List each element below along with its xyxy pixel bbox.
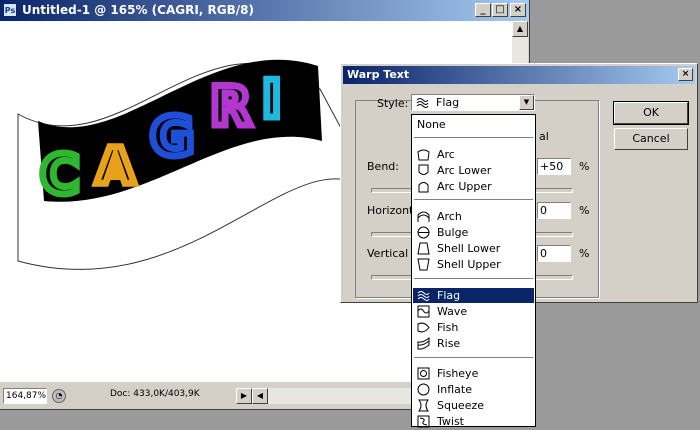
- close-icon: ×: [513, 4, 523, 15]
- inflate-icon: [417, 383, 430, 396]
- arc-lower-icon: [418, 164, 429, 175]
- arc-icon: [417, 149, 430, 161]
- arc-upper-icon: [418, 182, 429, 193]
- orientation-label-partial: al: [539, 130, 549, 143]
- vertical-distortion-input[interactable]: 0: [537, 245, 571, 262]
- arrow-right-icon: ▶: [240, 391, 248, 400]
- rise-icon: [417, 337, 430, 350]
- horizontal-distortion-input[interactable]: 0: [537, 202, 571, 219]
- menu-separator: [414, 357, 533, 358]
- style-option-inflate[interactable]: Inflate: [413, 382, 534, 397]
- minimize-icon: _: [480, 4, 486, 15]
- style-option-rise[interactable]: Rise: [413, 336, 534, 351]
- style-dropdown-arrow[interactable]: ▼: [519, 95, 534, 110]
- shell-lower-icon: [417, 242, 430, 255]
- bulge-icon: [417, 226, 430, 239]
- bend-label: Bend:: [367, 160, 399, 173]
- style-option-arc-upper[interactable]: Arc Upper: [413, 179, 534, 194]
- dialog-title: Warp Text: [347, 68, 410, 81]
- vertical-distortion-label: Vertical: [367, 247, 409, 260]
- vertical-unit: %: [579, 247, 590, 260]
- chevron-down-icon: ▼: [523, 98, 530, 106]
- style-option-bulge[interactable]: Bulge: [413, 225, 534, 240]
- doc-size-info: Doc: 433,0K/403,9K: [110, 389, 200, 399]
- scroll-right-button[interactable]: ▶: [236, 388, 252, 404]
- style-option-arc[interactable]: Arc: [413, 147, 534, 162]
- style-option-twist[interactable]: Twist: [413, 414, 534, 429]
- style-option-shell-upper[interactable]: Shell Upper: [413, 257, 534, 272]
- horizontal-distortion-label: Horizont: [367, 204, 414, 217]
- close-icon: ×: [681, 69, 690, 79]
- zoom-field[interactable]: 164,87%: [3, 388, 47, 404]
- style-option-flag[interactable]: Flag: [413, 288, 534, 303]
- letter-r: R: [210, 75, 252, 138]
- letter-a: A: [96, 137, 135, 195]
- letter-c: C: [40, 143, 80, 206]
- style-option-arch[interactable]: Arch: [413, 209, 534, 224]
- style-dropdown[interactable]: Flag ▼: [411, 94, 535, 111]
- style-option-arc-lower[interactable]: Arc Lower: [413, 163, 534, 178]
- status-info-icon[interactable]: ◔: [52, 389, 66, 403]
- style-option-fisheye[interactable]: Fisheye: [413, 366, 534, 381]
- bend-unit: %: [579, 160, 590, 173]
- style-dropdown-value: Flag: [436, 96, 460, 109]
- flag-icon: [417, 291, 430, 301]
- style-option-fish[interactable]: Fish: [413, 320, 534, 335]
- menu-separator: [414, 278, 533, 279]
- scroll-up-button[interactable]: ▲: [512, 21, 528, 37]
- style-dropdown-list: None Arc Arc Lower Arc Upper Arch Bulge …: [411, 114, 536, 429]
- style-option-wave[interactable]: Wave: [413, 304, 534, 319]
- style-option-squeeze[interactable]: Squeeze: [413, 398, 534, 413]
- twist-icon: [417, 415, 430, 428]
- letter-g: G: [150, 105, 194, 168]
- wave-icon: [417, 305, 430, 318]
- fisheye-icon: [417, 367, 430, 380]
- document-title: Untitled-1 @ 165% (CAGRI, RGB/8): [22, 3, 254, 17]
- bend-input[interactable]: +50: [537, 158, 571, 175]
- arch-icon: [417, 211, 430, 222]
- fish-icon: [417, 322, 430, 333]
- squeeze-icon: [418, 399, 429, 412]
- dialog-titlebar[interactable]: Warp Text ×: [343, 66, 695, 84]
- horizontal-unit: %: [579, 204, 590, 217]
- letter-i: I: [262, 70, 281, 130]
- menu-separator: [414, 199, 533, 200]
- maximize-button[interactable]: □: [492, 3, 508, 17]
- cancel-button[interactable]: Cancel: [614, 128, 688, 150]
- scroll-left-button[interactable]: ◀: [252, 388, 268, 404]
- shell-upper-icon: [417, 258, 430, 271]
- close-button[interactable]: ×: [510, 3, 526, 17]
- photoshop-app-icon: Ps: [3, 3, 17, 17]
- arrow-up-icon: ▲: [516, 24, 524, 33]
- style-option-shell-lower[interactable]: Shell Lower: [413, 241, 534, 256]
- flag-icon: [416, 98, 429, 108]
- ok-button[interactable]: OK: [613, 101, 689, 125]
- style-label: Style:: [377, 97, 409, 110]
- arrow-left-icon: ◀: [256, 391, 264, 400]
- maximize-icon: □: [495, 4, 505, 15]
- document-titlebar[interactable]: Ps Untitled-1 @ 165% (CAGRI, RGB/8) _ □ …: [0, 0, 529, 21]
- menu-separator: [414, 137, 533, 138]
- minimize-button[interactable]: _: [475, 3, 491, 17]
- style-option-none[interactable]: None: [413, 117, 534, 132]
- dialog-close-button[interactable]: ×: [678, 68, 693, 81]
